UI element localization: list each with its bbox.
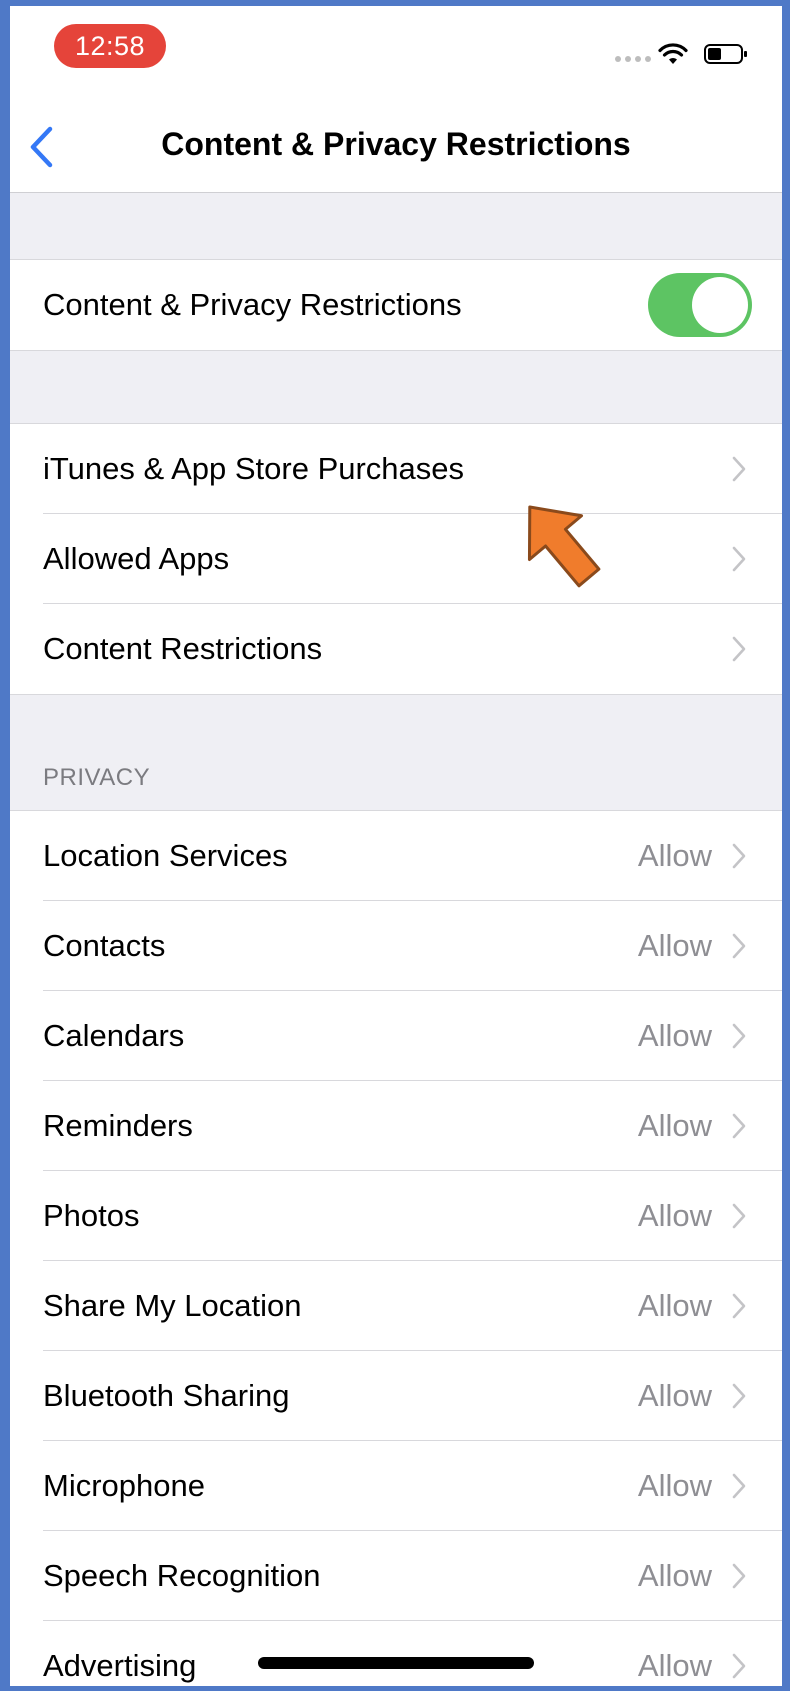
row-label: Bluetooth Sharing — [43, 1378, 290, 1413]
row-label: Share My Location — [43, 1288, 302, 1323]
status-bar: 12:58 — [10, 6, 782, 86]
row-value: Allow — [637, 1198, 712, 1233]
row-value: Allow — [637, 928, 712, 963]
row-label: Speech Recognition — [43, 1558, 321, 1593]
row-value: Allow — [637, 1108, 712, 1143]
chevron-right-icon — [732, 546, 746, 572]
battery-icon — [704, 44, 747, 64]
row-itunes-app-store-purchases[interactable]: iTunes & App Store Purchases — [10, 424, 782, 514]
row-value: Allow — [637, 1468, 712, 1503]
chevron-right-icon — [732, 1653, 746, 1679]
cellular-signal-icon — [615, 56, 651, 62]
row-label: Microphone — [43, 1468, 205, 1503]
row-label: Contacts — [43, 928, 166, 963]
chevron-right-icon — [732, 1563, 746, 1589]
chevron-right-icon — [732, 1113, 746, 1139]
toggle-label: Content & Privacy Restrictions — [43, 287, 462, 322]
iphone-screen: 12:58 Content & Privacy Restrictions Con… — [10, 6, 782, 1686]
page-title: Content & Privacy Restrictions — [161, 126, 631, 162]
privacy-group: Location Services Allow Contacts Allow C… — [10, 810, 782, 1686]
row-value: Allow — [637, 1378, 712, 1413]
store-settings-group: iTunes & App Store Purchases Allowed App… — [10, 423, 782, 695]
row-value: Allow — [637, 838, 712, 873]
row-value: Allow — [637, 1558, 712, 1593]
navigation-bar: Content & Privacy Restrictions — [10, 86, 782, 193]
row-label: Allowed Apps — [43, 541, 230, 576]
row-contacts[interactable]: Contacts Allow — [10, 901, 782, 991]
row-bluetooth-sharing[interactable]: Bluetooth Sharing Allow — [10, 1351, 782, 1441]
row-label: Reminders — [43, 1108, 193, 1143]
chevron-right-icon — [732, 636, 746, 662]
chevron-right-icon — [732, 933, 746, 959]
status-time: 12:58 — [54, 24, 166, 68]
row-label: Advertising — [43, 1648, 197, 1683]
annotation-arrow-icon — [527, 505, 601, 588]
chevron-right-icon — [732, 1023, 746, 1049]
row-content-restrictions[interactable]: Content Restrictions — [10, 604, 782, 694]
chevron-right-icon — [732, 456, 746, 482]
chevron-right-icon — [732, 843, 746, 869]
row-label: Location Services — [43, 838, 288, 873]
privacy-section-header: PRIVACY — [43, 764, 151, 791]
row-value: Allow — [637, 1288, 712, 1323]
row-advertising[interactable]: Advertising Allow — [10, 1621, 782, 1686]
row-photos[interactable]: Photos Allow — [10, 1171, 782, 1261]
chevron-right-icon — [732, 1383, 746, 1409]
home-indicator[interactable] — [258, 1657, 534, 1669]
row-label: Content Restrictions — [43, 631, 323, 666]
row-label: Calendars — [43, 1018, 185, 1053]
main-toggle-group: Content & Privacy Restrictions — [10, 259, 782, 351]
chevron-right-icon — [732, 1293, 746, 1319]
toggle-knob — [692, 277, 748, 333]
row-reminders[interactable]: Reminders Allow — [10, 1081, 782, 1171]
row-value: Allow — [637, 1648, 712, 1683]
row-calendars[interactable]: Calendars Allow — [10, 991, 782, 1081]
row-allowed-apps[interactable]: Allowed Apps — [10, 514, 782, 604]
content-privacy-toggle[interactable] — [648, 273, 752, 337]
row-label: Photos — [43, 1198, 140, 1233]
row-speech-recognition[interactable]: Speech Recognition Allow — [10, 1531, 782, 1621]
row-location-services[interactable]: Location Services Allow — [10, 811, 782, 901]
row-label: iTunes & App Store Purchases — [43, 451, 465, 486]
content-privacy-toggle-row[interactable]: Content & Privacy Restrictions — [10, 260, 782, 350]
row-share-my-location[interactable]: Share My Location Allow — [10, 1261, 782, 1351]
row-microphone[interactable]: Microphone Allow — [10, 1441, 782, 1531]
chevron-right-icon — [732, 1473, 746, 1499]
chevron-right-icon — [732, 1203, 746, 1229]
row-value: Allow — [637, 1018, 712, 1053]
wifi-icon — [658, 43, 688, 64]
